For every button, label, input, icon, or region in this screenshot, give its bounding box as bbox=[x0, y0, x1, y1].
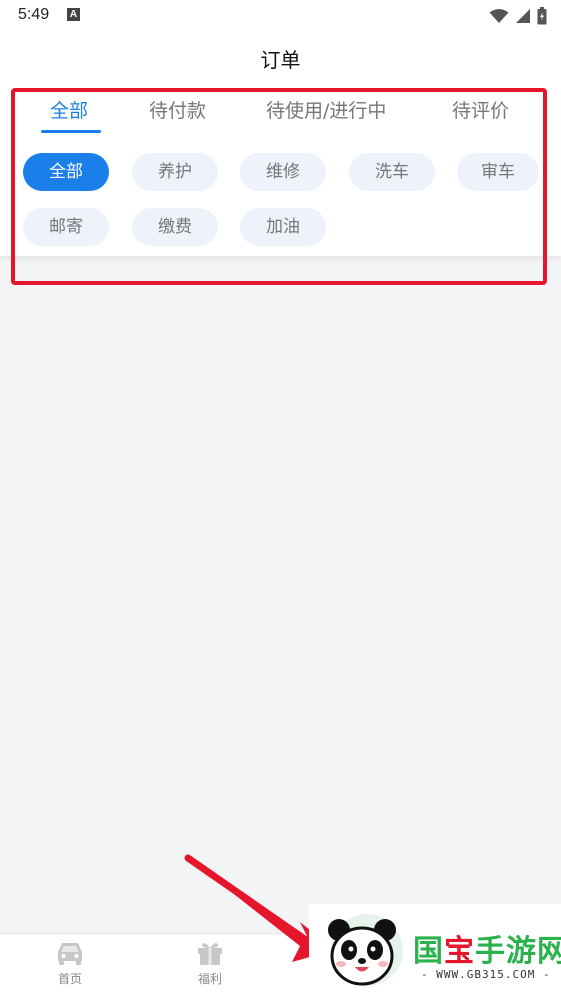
wifi-icon bbox=[489, 9, 509, 23]
header: 订单 bbox=[0, 32, 561, 84]
nav-label-home: 首页 bbox=[57, 972, 82, 986]
page-title: 订单 bbox=[260, 48, 301, 72]
filter-chip-repair[interactable]: 维修 bbox=[240, 153, 326, 191]
status-bar: 5:49 A bbox=[0, 0, 561, 32]
tab-pending-review[interactable]: 待评价 bbox=[452, 96, 509, 123]
watermark-text: 国宝手游网 bbox=[413, 926, 561, 970]
filter-chip-maintenance[interactable]: 养护 bbox=[132, 153, 218, 191]
active-tab-indicator bbox=[41, 130, 101, 133]
filter-chip-refuel[interactable]: 加油 bbox=[240, 208, 326, 246]
filter-chip-inspection[interactable]: 审车 bbox=[457, 153, 539, 191]
car-icon bbox=[58, 943, 82, 965]
order-filter-panel: 全部 待付款 待使用/进行中 待评价 全部 养护 维修 洗车 审车 邮寄 缴费 … bbox=[0, 84, 561, 256]
order-tabs: 全部 待付款 待使用/进行中 待评价 bbox=[0, 84, 561, 136]
tab-all[interactable]: 全部 bbox=[50, 96, 88, 123]
nav-item-welfare[interactable]: 福利 bbox=[170, 940, 250, 987]
filter-chip-car-wash[interactable]: 洗车 bbox=[349, 153, 435, 191]
status-time: 5:49 bbox=[18, 6, 50, 23]
gift-icon bbox=[198, 943, 222, 965]
battery-icon bbox=[537, 7, 547, 25]
nav-item-home[interactable]: 首页 bbox=[30, 940, 110, 987]
tab-pending-payment[interactable]: 待付款 bbox=[149, 96, 206, 123]
filter-chip-mail[interactable]: 邮寄 bbox=[23, 208, 109, 246]
status-icons bbox=[489, 6, 547, 26]
nav-label-welfare: 福利 bbox=[197, 972, 222, 986]
watermark-url: - WWW.GB315.COM - bbox=[421, 968, 551, 981]
filter-chip-payment[interactable]: 缴费 bbox=[132, 208, 218, 246]
watermark-logo: 国宝手游网 - WWW.GB315.COM - bbox=[309, 904, 561, 997]
signal-icon bbox=[516, 9, 530, 23]
notification-a-icon: A bbox=[67, 8, 80, 21]
tab-in-use[interactable]: 待使用/进行中 bbox=[266, 96, 386, 123]
panda-logo-icon bbox=[328, 914, 403, 986]
filter-chip-all[interactable]: 全部 bbox=[23, 153, 109, 191]
